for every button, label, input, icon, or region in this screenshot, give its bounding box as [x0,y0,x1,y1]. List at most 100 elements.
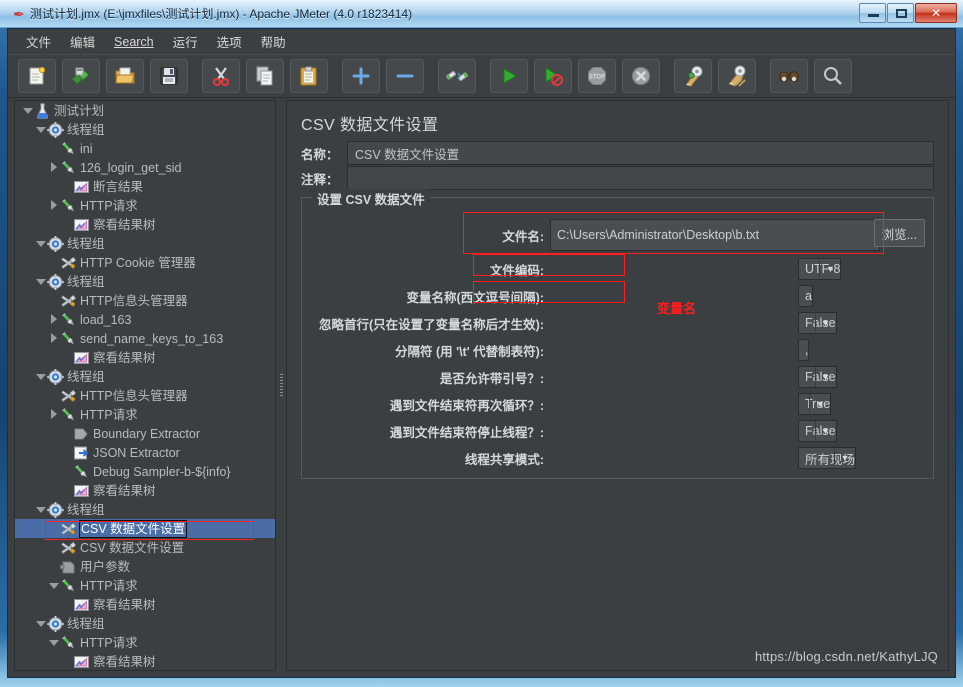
tree-node[interactable]: 测试计划 [15,101,275,120]
chevron-right-icon[interactable] [48,409,59,420]
tree-node[interactable]: HTTP请求 [15,633,275,652]
tree-node[interactable]: CSV 数据文件设置 [15,519,275,538]
open-button[interactable] [106,59,144,93]
new-button[interactable] [18,59,56,93]
delimiter-row: 分隔符 (用 '\t' 代替制表符): , [302,337,933,363]
chevron-down-icon[interactable] [35,504,46,515]
tree-node[interactable]: 察看结果树 [15,215,275,234]
stop-button[interactable]: STOP [578,59,616,93]
menu-item-edit[interactable]: 编辑 [61,29,104,54]
recycle-eof-combo[interactable]: True ▼ [798,393,832,415]
chevron-right-icon[interactable] [48,200,59,211]
maximize-button[interactable] [887,3,914,23]
close-button[interactable]: ✕ [915,3,957,23]
tree-node[interactable]: HTTP信息头管理器 [15,291,275,310]
tree-node[interactable]: 察看结果树 [15,481,275,500]
file-encoding-row: 文件编码: UTF-8 ▼ [302,256,933,282]
chevron-down-icon[interactable] [35,371,46,382]
start-no-pause-button[interactable] [534,59,572,93]
chevron-right-icon[interactable] [48,162,59,173]
tree-twisty-none [48,390,59,401]
file-encoding-combo[interactable]: UTF-8 ▼ [798,258,842,280]
tree-node-label: 线程组 [67,369,105,384]
tree-node[interactable]: HTTP信息头管理器 [15,386,275,405]
tree-node[interactable]: 线程组 [15,272,275,291]
tree-node[interactable]: HTTP Cookie 管理器 [15,253,275,272]
minimize-button[interactable] [859,3,886,23]
tree-node-label: 线程组 [67,236,105,251]
search-button[interactable] [770,59,808,93]
templates-button[interactable] [62,59,100,93]
chevron-right-icon[interactable] [48,314,59,325]
tree-node-label: load_163 [80,312,132,327]
tree-node[interactable]: 126_login_get_sid [15,158,275,177]
save-button[interactable] [150,59,188,93]
delimiter-input[interactable]: , [798,339,810,361]
tree-node[interactable]: 线程组 [15,234,275,253]
tree-node[interactable]: send_name_keys_to_163 [15,329,275,348]
tree-node[interactable]: 线程组 [15,120,275,139]
comment-input[interactable] [347,166,934,190]
paste-button[interactable] [290,59,328,93]
variable-names-input[interactable]: a [798,285,813,307]
filename-input[interactable]: C:\Users\Administrator\Desktop\b.txt [550,219,880,251]
test-plan-tree[interactable]: 测试计划 线程组 ini 126_login_get_sid 断言结果 HTTP请求 察看结… [15,101,275,670]
config-element-icon [60,255,77,271]
clear-button[interactable] [674,59,712,93]
shutdown-button[interactable] [622,59,660,93]
chevron-down-icon[interactable] [22,105,33,116]
tree-node[interactable]: 察看结果树 [15,595,275,614]
sampler-icon [60,407,77,423]
allow-quoted-combo[interactable]: False ▼ [798,366,837,388]
chevron-down-icon[interactable] [48,580,59,591]
tree-node[interactable]: CSV 数据文件设置 [15,538,275,557]
watermark: https://blog.csdn.net/KathyLJQ [754,649,938,664]
menu-item-help[interactable]: 帮助 [252,29,295,54]
browse-button[interactable]: 浏览... [873,219,925,247]
tree-node[interactable]: 线程组 [15,500,275,519]
tree-node[interactable]: 察看结果树 [15,348,275,367]
chevron-down-icon[interactable] [35,124,46,135]
tree-node[interactable]: 察看结果树 [15,652,275,670]
chevron-down-icon[interactable] [48,637,59,648]
split-divider[interactable] [278,100,286,671]
sharing-mode-combo[interactable]: 所有现场 ▼ [798,447,857,469]
tree-node[interactable]: Boundary Extractor [15,424,275,443]
tree-node[interactable]: ini [15,139,275,158]
listener-icon [73,654,90,670]
start-button[interactable] [490,59,528,93]
menu-item-run[interactable]: 运行 [164,29,207,54]
filename-label: 文件名: [502,229,544,244]
tree-node[interactable]: HTTP请求 [15,196,275,215]
tree-node[interactable]: 用户参数 [15,557,275,576]
copy-button[interactable] [246,59,284,93]
tree-node[interactable]: load_163 [15,310,275,329]
tree-node[interactable]: 断言结果 [15,177,275,196]
tree-node[interactable]: HTTP请求 [15,576,275,595]
menu-item-file[interactable]: 文件 [17,29,60,54]
stop-thread-eof-combo[interactable]: False ▼ [798,420,837,442]
recycle-eof-row: 遇到文件结束符再次循环？: True ▼ [302,391,933,417]
clear-all-button[interactable] [718,59,756,93]
recycle-eof-label: 遇到文件结束符再次循环？: [389,398,544,413]
chevron-right-icon[interactable] [48,333,59,344]
menu-item-search[interactable]: Search [105,32,163,52]
cut-button[interactable] [202,59,240,93]
tree-node-label: send_name_keys_to_163 [80,331,224,346]
tree-node[interactable]: JSON Extractor [15,443,275,462]
tree-node[interactable]: Debug Sampler-b-${info} [15,462,275,481]
tree-node[interactable]: HTTP请求 [15,405,275,424]
name-input[interactable]: CSV 数据文件设置 [347,141,934,165]
chevron-down-icon[interactable] [35,618,46,629]
collapse-all-button[interactable] [386,59,424,93]
toggle-button[interactable] [438,59,476,93]
expand-all-button[interactable] [342,59,380,93]
chevron-down-icon[interactable] [35,276,46,287]
tree-node[interactable]: 线程组 [15,614,275,633]
menu-item-options[interactable]: 选项 [208,29,251,54]
chevron-down-icon[interactable] [35,238,46,249]
reset-search-button[interactable] [814,59,852,93]
ignore-first-line-combo[interactable]: False ▼ [798,312,837,334]
tree-node[interactable]: 线程组 [15,367,275,386]
